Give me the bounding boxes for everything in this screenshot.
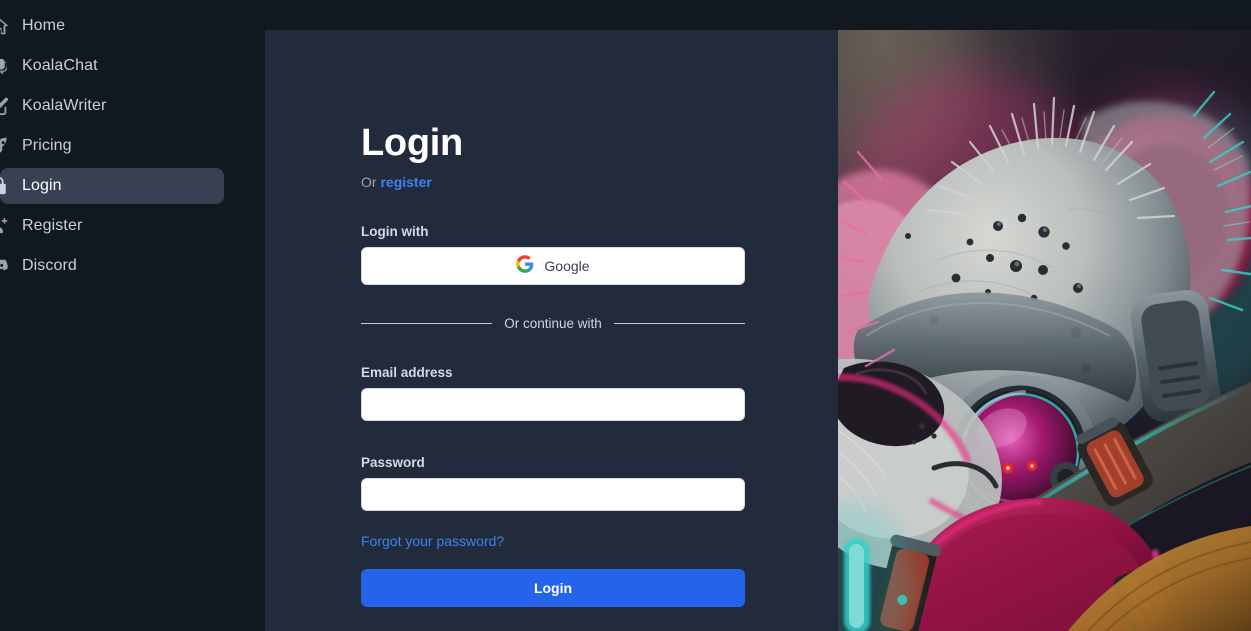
divider-line-left: [361, 323, 493, 324]
sidebar-item-label: Login: [22, 177, 62, 194]
koala-illustration: [838, 30, 1251, 631]
register-prompt-prefix: Or: [361, 174, 381, 190]
register-prompt: Or register: [361, 174, 745, 190]
sidebar-item-label: Home: [22, 17, 66, 34]
email-field[interactable]: [361, 388, 745, 421]
password-field[interactable]: [361, 478, 745, 511]
password-label: Password: [361, 455, 425, 470]
email-label: Email address: [361, 365, 453, 380]
lock-icon: [0, 174, 22, 198]
sidebar-item-home[interactable]: Home: [0, 8, 224, 44]
google-login-button[interactable]: Google: [361, 247, 745, 285]
divider-line-right: [613, 323, 746, 324]
home-icon: [0, 14, 22, 38]
sidebar-item-label: KoalaChat: [22, 57, 98, 74]
or-divider: Or continue with: [361, 316, 746, 331]
sidebar-item-label: Register: [22, 217, 83, 234]
divider-label: Or continue with: [504, 316, 602, 331]
pencil-square-icon: [0, 94, 22, 118]
oauth-section: Login with Google: [361, 224, 745, 285]
sidebar-item-discord[interactable]: Discord: [0, 248, 224, 284]
sidebar: Home KoalaChat KoalaWriter Pricing Login…: [0, 0, 265, 631]
email-field-group: Email address: [361, 365, 745, 421]
rocket-icon: [0, 134, 22, 158]
user-plus-icon: [0, 214, 22, 238]
sidebar-item-koalachat[interactable]: KoalaChat: [0, 48, 224, 84]
sidebar-item-label: Discord: [22, 257, 77, 274]
login-form: Login Or register Login with Google Or c…: [361, 122, 746, 607]
google-login-label: Google: [544, 258, 590, 274]
password-field-group: Password: [361, 455, 745, 511]
login-panel: Login Or register Login with Google Or c…: [265, 30, 838, 631]
oauth-section-label: Login with: [361, 224, 429, 239]
forgot-password-link[interactable]: Forgot your password?: [361, 533, 504, 549]
sidebar-item-login[interactable]: Login: [0, 168, 224, 204]
sidebar-item-label: Pricing: [22, 137, 72, 154]
discord-icon: [0, 254, 22, 278]
login-page: Home KoalaChat KoalaWriter Pricing Login…: [0, 0, 1251, 631]
hero-image: [838, 30, 1251, 631]
sidebar-item-register[interactable]: Register: [0, 208, 224, 244]
sidebar-item-pricing[interactable]: Pricing: [0, 128, 224, 164]
register-link[interactable]: register: [380, 174, 431, 190]
login-submit-button[interactable]: Login: [361, 569, 745, 607]
sidebar-item-label: KoalaWriter: [22, 97, 107, 114]
sidebar-item-koalawriter[interactable]: KoalaWriter: [0, 88, 224, 124]
google-g-icon: [516, 254, 534, 278]
chat-bubble-icon: [0, 54, 22, 78]
page-title: Login: [361, 122, 463, 164]
